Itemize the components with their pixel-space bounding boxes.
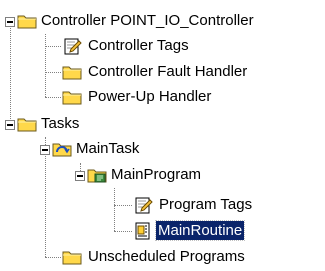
tree-line — [45, 72, 61, 73]
tree-line — [10, 22, 11, 125]
tree-item-maintask[interactable]: MainTask — [74, 139, 141, 158]
tree-line — [45, 97, 61, 98]
tree-line — [45, 257, 61, 258]
collapse-tasks-icon[interactable] — [5, 120, 15, 130]
routine-icon — [135, 222, 150, 240]
program-icon — [87, 169, 107, 183]
tree-item-program-tags[interactable]: Program Tags — [157, 195, 254, 214]
folder-icon — [17, 15, 37, 29]
tree-line — [80, 163, 81, 171]
tree-item-controller[interactable]: Controller POINT_IO_Controller — [39, 11, 256, 30]
folder-icon — [62, 91, 82, 105]
tree-item-mainroutine[interactable]: MainRoutine — [154, 220, 246, 241]
task-icon — [52, 143, 72, 157]
tree-item-tasks[interactable]: Tasks — [39, 114, 81, 133]
collapse-maintask-icon[interactable] — [40, 145, 50, 155]
tree-item-fault-handler[interactable]: Controller Fault Handler — [86, 62, 249, 81]
tree-item-unscheduled-programs[interactable]: Unscheduled Programs — [86, 247, 247, 266]
tags-icon — [135, 197, 153, 214]
folder-icon — [62, 251, 82, 265]
tree-line — [45, 137, 46, 257]
tree-line — [114, 231, 132, 232]
tree-item-powerup-handler[interactable]: Power-Up Handler — [86, 87, 213, 106]
tree-item-mainprogram[interactable]: MainProgram — [109, 165, 203, 184]
tree-line — [114, 188, 115, 231]
project-tree: Controller POINT_IO_Controller Controlle… — [0, 0, 325, 271]
collapse-controller-icon[interactable] — [5, 17, 15, 27]
tags-icon — [64, 38, 82, 55]
tree-item-controller-tags[interactable]: Controller Tags — [86, 36, 191, 55]
tree-line — [45, 46, 61, 47]
tree-line — [45, 34, 46, 97]
collapse-mainprogram-icon[interactable] — [75, 171, 85, 181]
folder-icon — [17, 118, 37, 132]
folder-icon — [62, 66, 82, 80]
tree-line — [114, 205, 132, 206]
